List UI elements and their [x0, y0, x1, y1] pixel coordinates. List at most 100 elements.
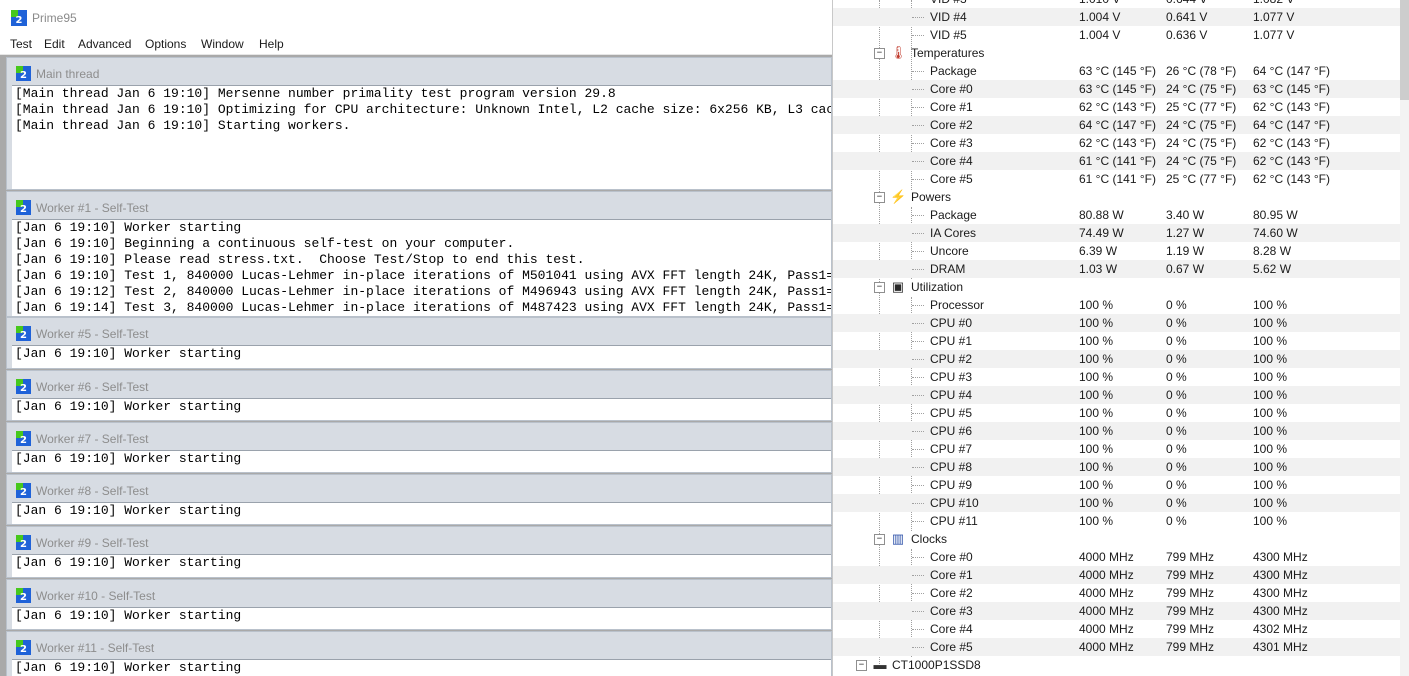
sensor-row[interactable]: Core #1 4000 MHz 799 MHz 4300 MHz — [833, 566, 1409, 584]
vertical-scrollbar[interactable] — [1400, 0, 1409, 676]
child-title-bar[interactable]: 2 Worker #10 - Self-Test — [7, 580, 831, 606]
sensor-row[interactable]: Core #5 4000 MHz 799 MHz 4301 MHz — [833, 638, 1409, 656]
sensor-min: 799 MHz — [1166, 568, 1215, 582]
tree-line — [912, 323, 924, 324]
sensor-name: CPU #1 — [930, 334, 973, 348]
sensor-row[interactable]: Core #0 4000 MHz 799 MHz 4300 MHz — [833, 548, 1409, 566]
menu-edit[interactable]: Edit — [44, 37, 65, 51]
category-row[interactable]: − ▣ Utilization — [833, 278, 1409, 296]
sensor-value: 100 % — [1079, 352, 1114, 366]
log-line: [Jan 6 19:10] Worker starting — [15, 346, 242, 361]
sensor-row[interactable]: CPU #6 100 % 0 % 100 % — [833, 422, 1409, 440]
collapse-toggle[interactable]: − — [856, 660, 867, 671]
tree-line — [912, 485, 924, 486]
sensor-max: 100 % — [1253, 496, 1288, 510]
log-area[interactable]: [Main thread Jan 6 19:10] Mersenne numbe… — [12, 85, 831, 189]
sensor-row[interactable]: IA Cores 74.49 W 1.27 W 74.60 W — [833, 224, 1409, 242]
sensor-row[interactable]: VID #5 1.004 V 0.636 V 1.077 V — [833, 26, 1409, 44]
worker-window[interactable]: 2 Worker #8 - Self-Test [Jan 6 19:10] Work… — [6, 474, 832, 525]
child-title-bar[interactable]: 2 Worker #7 - Self-Test — [7, 423, 831, 449]
sensor-max: 62 °C (143 °F) — [1253, 100, 1330, 114]
sensor-row[interactable]: CPU #10 100 % 0 % 100 % — [833, 494, 1409, 512]
sensor-row[interactable]: CPU #11 100 % 0 % 100 % — [833, 512, 1409, 530]
collapse-toggle[interactable]: − — [874, 282, 885, 293]
category-row[interactable]: − ⚡ Powers — [833, 188, 1409, 206]
log-area[interactable]: [Jan 6 19:10] Worker starting — [12, 450, 831, 472]
child-title-bar[interactable]: 2 Worker #5 - Self-Test — [7, 318, 831, 344]
sensor-row[interactable]: Core #4 4000 MHz 799 MHz 4302 MHz — [833, 620, 1409, 638]
scrollbar-thumb[interactable] — [1400, 0, 1409, 100]
sensor-row[interactable]: Package 80.88 W 3.40 W 80.95 W — [833, 206, 1409, 224]
sensor-name: Core #2 — [930, 586, 973, 600]
worker-window[interactable]: 2 Worker #10 - Self-Test [Jan 6 19:10] Wor… — [6, 579, 832, 630]
sensor-row[interactable]: VID #3 1.010 V 0.644 V 1.082 V — [833, 0, 1409, 8]
child-title-bar[interactable]: 2 Worker #6 - Self-Test — [7, 371, 831, 397]
log-area[interactable]: [Jan 6 19:10] Worker starting — [12, 398, 831, 420]
sensor-row[interactable]: Core #1 62 °C (143 °F) 25 °C (77 °F) 62 °C … — [833, 98, 1409, 116]
log-line: [Jan 6 19:10] Worker starting — [15, 399, 242, 414]
collapse-toggle[interactable]: − — [874, 534, 885, 545]
child-title-bar[interactable]: 2 Worker #8 - Self-Test — [7, 475, 831, 501]
child-title-bar[interactable]: 2 Worker #11 - Self-Test — [7, 632, 831, 658]
child-title-bar[interactable]: 2 Main thread — [7, 58, 831, 84]
sensor-min: 0 % — [1166, 460, 1187, 474]
worker-window[interactable]: 2 Worker #5 - Self-Test [Jan 6 19:10] Work… — [6, 317, 832, 369]
log-area[interactable]: [Jan 6 19:10] Worker starting [Jan 6 19:1… — [12, 219, 831, 316]
sensor-row[interactable]: CPU #8 100 % 0 % 100 % — [833, 458, 1409, 476]
worker-window[interactable]: 2 Worker #6 - Self-Test [Jan 6 19:10] Work… — [6, 370, 832, 421]
sensor-row[interactable]: CPU #9 100 % 0 % 100 % — [833, 476, 1409, 494]
sensor-row[interactable]: Core #2 64 °C (147 °F) 24 °C (75 °F) 64 °C … — [833, 116, 1409, 134]
sensor-min: 799 MHz — [1166, 640, 1215, 654]
sensor-row[interactable]: Core #5 61 °C (141 °F) 25 °C (77 °F) 62 °C … — [833, 170, 1409, 188]
sensor-row[interactable]: VID #4 1.004 V 0.641 V 1.077 V — [833, 8, 1409, 26]
sensor-name: CPU #11 — [930, 514, 978, 528]
worker-window[interactable]: 2 Worker #1 - Self-Test [Jan 6 19:10] Work… — [6, 191, 832, 317]
tree-line — [912, 341, 924, 342]
log-area[interactable]: [Jan 6 19:10] Worker starting — [12, 607, 831, 629]
worker-window[interactable]: 2 Worker #9 - Self-Test [Jan 6 19:10] Work… — [6, 526, 832, 578]
sensor-row[interactable]: CPU #5 100 % 0 % 100 % — [833, 404, 1409, 422]
sensor-min: 24 °C (75 °F) — [1166, 154, 1237, 168]
sensor-row[interactable]: CPU #4 100 % 0 % 100 % — [833, 386, 1409, 404]
menu-window[interactable]: Window — [201, 37, 244, 51]
sensor-row[interactable]: Core #3 62 °C (143 °F) 24 °C (75 °F) 62 °C … — [833, 134, 1409, 152]
sensor-row[interactable]: Core #3 4000 MHz 799 MHz 4300 MHz — [833, 602, 1409, 620]
sensor-row[interactable]: Uncore 6.39 W 1.19 W 8.28 W — [833, 242, 1409, 260]
main-thread-window[interactable]: 2 Main thread [Main thread Jan 6 19:10] Me… — [6, 57, 832, 190]
menu-options[interactable]: Options — [145, 37, 186, 51]
sensor-row[interactable]: Core #0 63 °C (145 °F) 24 °C (75 °F) 63 °C … — [833, 80, 1409, 98]
category-row[interactable]: − 🌡 Temperatures — [833, 44, 1409, 62]
child-title-bar[interactable]: 2 Worker #1 - Self-Test — [7, 192, 831, 218]
sensor-row[interactable]: CPU #2 100 % 0 % 100 % — [833, 350, 1409, 368]
log-area[interactable]: [Jan 6 19:10] Worker starting — [12, 345, 831, 368]
sensor-row[interactable]: Core #4 61 °C (141 °F) 24 °C (75 °F) 62 °C … — [833, 152, 1409, 170]
log-area[interactable]: [Jan 6 19:10] Worker starting — [12, 659, 831, 676]
log-area[interactable]: [Jan 6 19:10] Worker starting — [12, 502, 831, 524]
device-row[interactable]: − ▬ CT1000P1SSD8 — [833, 656, 1409, 674]
sensor-row[interactable]: CPU #7 100 % 0 % 100 % — [833, 440, 1409, 458]
menu-test[interactable]: Test — [10, 37, 32, 51]
child-title-bar[interactable]: 2 Worker #9 - Self-Test — [7, 527, 831, 553]
sensor-min: 0 % — [1166, 298, 1187, 312]
child-window-title: Worker #5 - Self-Test — [36, 327, 149, 341]
sensor-row[interactable]: DRAM 1.03 W 0.67 W 5.62 W — [833, 260, 1409, 278]
collapse-toggle[interactable]: − — [874, 48, 885, 59]
collapse-toggle[interactable]: − — [874, 192, 885, 203]
title-bar[interactable]: 2 Prime95 — [0, 0, 832, 34]
sensor-row[interactable]: CPU #0 100 % 0 % 100 % — [833, 314, 1409, 332]
sensor-max: 1.082 V — [1253, 0, 1294, 6]
tree-line — [912, 521, 924, 522]
menu-advanced[interactable]: Advanced — [78, 37, 131, 51]
log-area[interactable]: [Jan 6 19:10] Worker starting — [12, 554, 831, 577]
menu-help[interactable]: Help — [259, 37, 284, 51]
worker-window[interactable]: 2 Worker #11 - Self-Test [Jan 6 19:10] Wor… — [6, 631, 832, 676]
sensor-row[interactable]: Package 63 °C (145 °F) 26 °C (78 °F) 64 °C … — [833, 62, 1409, 80]
category-row[interactable]: − ▥ Clocks — [833, 530, 1409, 548]
sensor-row[interactable]: Core #2 4000 MHz 799 MHz 4300 MHz — [833, 584, 1409, 602]
sensor-row[interactable]: CPU #1 100 % 0 % 100 % — [833, 332, 1409, 350]
worker-window[interactable]: 2 Worker #7 - Self-Test [Jan 6 19:10] Work… — [6, 422, 832, 473]
sensor-name: CPU #0 — [930, 316, 973, 330]
sensor-row[interactable]: Processor 100 % 0 % 100 % — [833, 296, 1409, 314]
category-label: Powers — [911, 190, 952, 204]
sensor-row[interactable]: CPU #3 100 % 0 % 100 % — [833, 368, 1409, 386]
